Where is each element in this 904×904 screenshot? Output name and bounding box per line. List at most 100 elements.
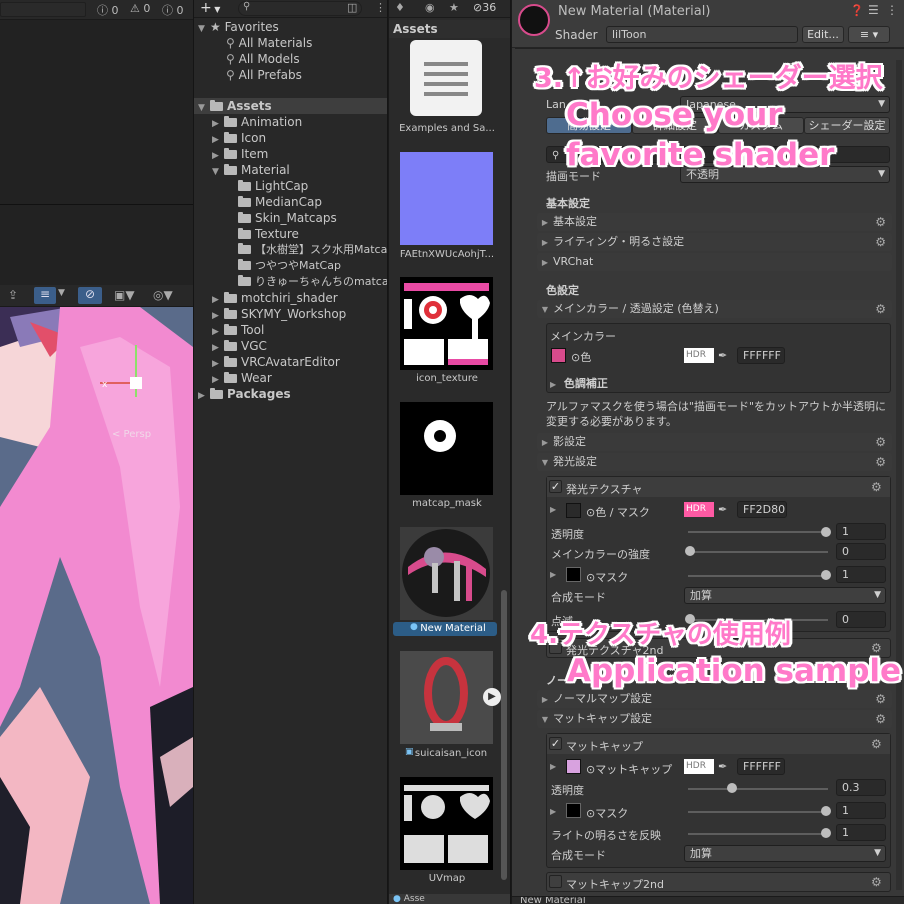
- emission-checkbox[interactable]: ✓: [549, 480, 562, 493]
- main-color-hex[interactable]: FFFFFF: [737, 347, 785, 364]
- tag-icon[interactable]: ♦: [395, 1, 405, 14]
- fav-item-all-materials[interactable]: ⚲ All Materials: [226, 35, 312, 51]
- folder-mediancap[interactable]: MedianCap: [238, 194, 322, 210]
- matcap-trans-slider[interactable]: [688, 788, 828, 790]
- folder-vrcavatareditor[interactable]: ▶ VRCAvatarEditor: [212, 354, 340, 370]
- chevron-down-icon[interactable]: ▼: [198, 21, 210, 37]
- fav-item-all-prefabs[interactable]: ⚲ All Prefabs: [226, 67, 302, 83]
- section-main-color[interactable]: ▼ メインカラー / 透過設定 (色替え) ⚙: [537, 300, 892, 318]
- settings-icon[interactable]: ☰: [868, 3, 879, 17]
- asset-matcap-mask[interactable]: [400, 402, 493, 495]
- inspector-scrollbar[interactable]: [896, 60, 902, 890]
- matcap-mask-value[interactable]: 1: [836, 802, 886, 819]
- section-normal-map[interactable]: ▶ ノーマルマップ設定 ⚙: [537, 690, 892, 708]
- matcap-mask-slider[interactable]: [688, 811, 828, 813]
- asset-normalmap[interactable]: [400, 152, 493, 245]
- main-color-swatch[interactable]: HDR: [684, 348, 714, 363]
- chevron-right-icon[interactable]: ▶: [550, 570, 556, 579]
- add-button[interactable]: + ▼: [200, 0, 220, 16]
- asset-examples[interactable]: [410, 40, 482, 116]
- list-menu-button[interactable]: ≡ ▾: [848, 26, 890, 43]
- folder-animation[interactable]: ▶ Animation: [212, 114, 302, 130]
- matcap-trans-knob[interactable]: [727, 783, 737, 793]
- folder-vgc[interactable]: ▶ VGC: [212, 338, 267, 354]
- mask-thumb[interactable]: [566, 567, 581, 582]
- error-count-icon[interactable]: ⓘ 0: [162, 2, 184, 18]
- gear-icon[interactable]: ⚙: [871, 737, 882, 751]
- packages-root[interactable]: ▶ Packages: [198, 386, 291, 402]
- main-strength-slider[interactable]: [688, 551, 828, 553]
- folder-motchiri[interactable]: ▶ motchiri_shader: [212, 290, 338, 306]
- matcap-blend-dropdown[interactable]: 加算 ▼: [684, 845, 886, 862]
- persp-label[interactable]: < Persp: [112, 429, 151, 440]
- help-icon[interactable]: ❓: [850, 4, 864, 17]
- section-shadow[interactable]: ▶ 影設定 ⚙: [537, 433, 892, 451]
- globe-icon[interactable]: ◎▼: [153, 288, 173, 302]
- chevron-right-icon[interactable]: ▶: [550, 505, 556, 514]
- folder-tsuyatsuya[interactable]: つやつやMatCap: [238, 258, 341, 274]
- console-search-input[interactable]: [0, 2, 86, 17]
- asset-suicaisan-icon[interactable]: [400, 651, 493, 744]
- light-reflect-slider[interactable]: [688, 833, 828, 835]
- fav-item-all-models[interactable]: ⚲ All Models: [226, 51, 300, 67]
- camera-icon[interactable]: ▣▼: [114, 288, 135, 302]
- mask-slider[interactable]: [688, 575, 828, 577]
- folder-icon-dir[interactable]: ▶ Icon: [212, 130, 266, 146]
- matcap-thumb[interactable]: [566, 759, 581, 774]
- transparency-slider[interactable]: [688, 531, 828, 533]
- gear-icon[interactable]: ⚙: [875, 690, 886, 708]
- section-lighting[interactable]: ▶ ライティング・明るさ設定 ⚙: [537, 233, 892, 251]
- matcap-checkbox[interactable]: ✓: [549, 737, 562, 750]
- emission-hex[interactable]: FF2D80: [737, 501, 787, 518]
- gear-icon[interactable]: ⚙: [871, 480, 882, 494]
- chevron-down-icon[interactable]: ▼: [198, 100, 210, 116]
- folder-tool[interactable]: ▶ Tool: [212, 322, 264, 338]
- matcap-trans-value[interactable]: 0.3: [836, 779, 886, 796]
- gear-icon[interactable]: ⚙: [875, 710, 886, 728]
- filter-icon[interactable]: ◫: [347, 1, 357, 14]
- shader-dropdown[interactable]: lilToon: [606, 26, 798, 43]
- gear-icon[interactable]: ⚙: [875, 453, 886, 471]
- star-icon[interactable]: ★: [449, 1, 459, 14]
- matcap-mask-knob[interactable]: [821, 806, 831, 816]
- next-arrow-icon[interactable]: ▶: [483, 688, 501, 706]
- kebab-icon[interactable]: ⋮: [886, 3, 898, 17]
- section-basic[interactable]: ▶ 基本設定 ⚙: [537, 213, 892, 231]
- blink-value[interactable]: 0: [836, 611, 886, 628]
- folder-item[interactable]: ▶ Item: [212, 146, 268, 162]
- folder-material[interactable]: ▼ Material: [212, 162, 290, 178]
- gizmo-icon[interactable]: ≡: [34, 287, 56, 304]
- assets-root[interactable]: ▼ Assets: [194, 98, 387, 116]
- transparency-value[interactable]: 1: [836, 523, 886, 540]
- color-correction[interactable]: ▶ 色調補正: [550, 375, 608, 391]
- info-count-icon[interactable]: ⚠ 0: [130, 2, 150, 15]
- chevron-right-icon[interactable]: ▶: [550, 762, 556, 771]
- folder-texture[interactable]: Texture: [238, 226, 299, 242]
- tab-shader-settings[interactable]: シェーダー設定: [804, 117, 890, 134]
- main-strength-knob[interactable]: [685, 546, 695, 556]
- folder-skymy[interactable]: ▶ SKYMY_Workshop: [212, 306, 346, 322]
- chevron-down-icon[interactable]: ▼: [58, 288, 65, 298]
- visibility-icon[interactable]: ⊘: [78, 287, 102, 304]
- chevron-right-icon[interactable]: ▶: [550, 807, 556, 816]
- snap-icon[interactable]: ⇪: [8, 288, 18, 302]
- label-icon[interactable]: ◉: [425, 1, 435, 14]
- chevron-right-icon[interactable]: ▶: [198, 388, 210, 404]
- gear-icon[interactable]: ⚙: [875, 433, 886, 451]
- section-matcap[interactable]: ▼ マットキャップ設定 ⚙: [537, 710, 892, 728]
- matcap2-checkbox[interactable]: [549, 875, 562, 888]
- gear-icon[interactable]: ⚙: [875, 213, 886, 231]
- kebab-icon[interactable]: ⋮: [375, 1, 386, 14]
- scene-view[interactable]: ⇪ ≡ ▼ ⊘ ▣▼ ◎▼ ⋮ x < Persp: [0, 285, 193, 904]
- section-emission[interactable]: ▼ 発光設定 ⚙: [537, 453, 892, 471]
- matcap-mask-thumb[interactable]: [566, 803, 581, 818]
- gear-icon[interactable]: ⚙: [871, 875, 882, 889]
- emission-color-swatch[interactable]: HDR: [684, 502, 714, 517]
- gear-icon[interactable]: ⚙: [875, 233, 886, 251]
- transparency-knob[interactable]: [821, 527, 831, 537]
- main-texture-thumb[interactable]: [551, 348, 566, 363]
- light-reflect-knob[interactable]: [821, 828, 831, 838]
- main-strength-value[interactable]: 0: [836, 543, 886, 560]
- chevron-down-icon[interactable]: ▼: [212, 164, 224, 180]
- matcap-hex[interactable]: FFFFFF: [737, 758, 785, 775]
